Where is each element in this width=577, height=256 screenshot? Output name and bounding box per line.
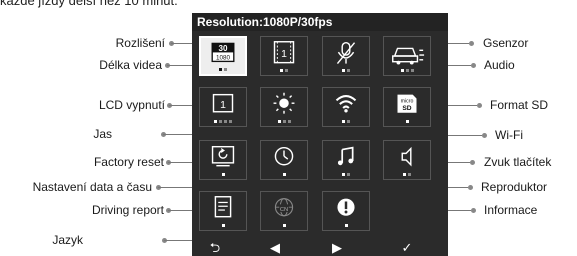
tile-language[interactable]: CN <box>260 191 308 231</box>
connector-bullet <box>477 103 482 108</box>
connector-bullet <box>482 133 487 138</box>
tile-button-sound[interactable] <box>383 140 431 180</box>
label-nastaveni-data-a-casu: Nastavení data a času <box>32 180 152 194</box>
label-driving-report: Driving report <box>91 203 164 217</box>
connector-bullet <box>469 41 474 46</box>
resolution-size-text: 1080 <box>216 55 231 62</box>
language-cn-text: CN <box>280 207 288 213</box>
tile-lcd-off[interactable]: 1 <box>199 87 247 127</box>
label-format-sd: Format SD <box>490 98 549 112</box>
label-wi-fi: Wi-Fi <box>495 128 523 142</box>
tile-factory-reset[interactable] <box>199 140 247 180</box>
sd-card-sd-text: SD <box>402 105 411 112</box>
label-jas: Jas <box>93 127 112 141</box>
video-length-number: 1 <box>281 49 287 60</box>
tile-information[interactable] <box>322 191 370 231</box>
label-gsenzor: Gsenzor <box>483 36 529 50</box>
dashcam-menu-screen: Resolution:1080P/30fps 30 1080 1 1 micro… <box>192 13 448 256</box>
caption-text: každé jízdy delší než 10 minut. <box>0 0 178 8</box>
label-informace: Informace <box>484 203 538 217</box>
label-lcd-vypnuti: LCD vypnutí <box>98 98 165 112</box>
next-button[interactable]: ▶ <box>322 239 352 256</box>
resolution-header: Resolution:1080P/30fps <box>192 13 448 31</box>
tile-gsensor[interactable] <box>383 36 431 76</box>
tile-wifi[interactable] <box>322 87 370 127</box>
label-factory-reset: Factory reset <box>93 155 164 169</box>
resolution-fps-text: 30 <box>219 44 228 53</box>
label-jazyk: Jazyk <box>52 233 83 247</box>
tile-speaker-sound[interactable] <box>322 140 370 180</box>
tile-brightness[interactable] <box>260 87 308 127</box>
back-button[interactable]: ⮌ <box>200 239 230 256</box>
connector-bullet <box>468 185 473 190</box>
tile-driving-report[interactable] <box>199 191 247 231</box>
label-zvuk-tlacitek: Zvuk tlačítek <box>484 155 552 169</box>
connector-bullet <box>471 63 476 68</box>
label-rozliseni: Rozlišení <box>115 36 165 50</box>
connector-bullet <box>471 208 476 213</box>
tile-video-length[interactable]: 1 <box>260 36 308 76</box>
connector-bullet <box>470 160 475 165</box>
tile-date-time[interactable] <box>260 140 308 180</box>
label-reproduktor: Reproduktor <box>481 180 548 194</box>
tile-resolution[interactable]: 30 1080 <box>199 36 247 76</box>
sd-card-micro-text: micro <box>401 98 414 104</box>
lcd-off-number: 1 <box>220 100 226 111</box>
label-delka-videa: Délka videa <box>99 58 162 72</box>
previous-button[interactable]: ◀ <box>260 239 290 256</box>
tile-audio[interactable] <box>322 36 370 76</box>
tile-format-sd[interactable]: micro SD <box>383 87 431 127</box>
confirm-button[interactable]: ✓ <box>392 239 422 256</box>
label-audio: Audio <box>484 58 515 72</box>
